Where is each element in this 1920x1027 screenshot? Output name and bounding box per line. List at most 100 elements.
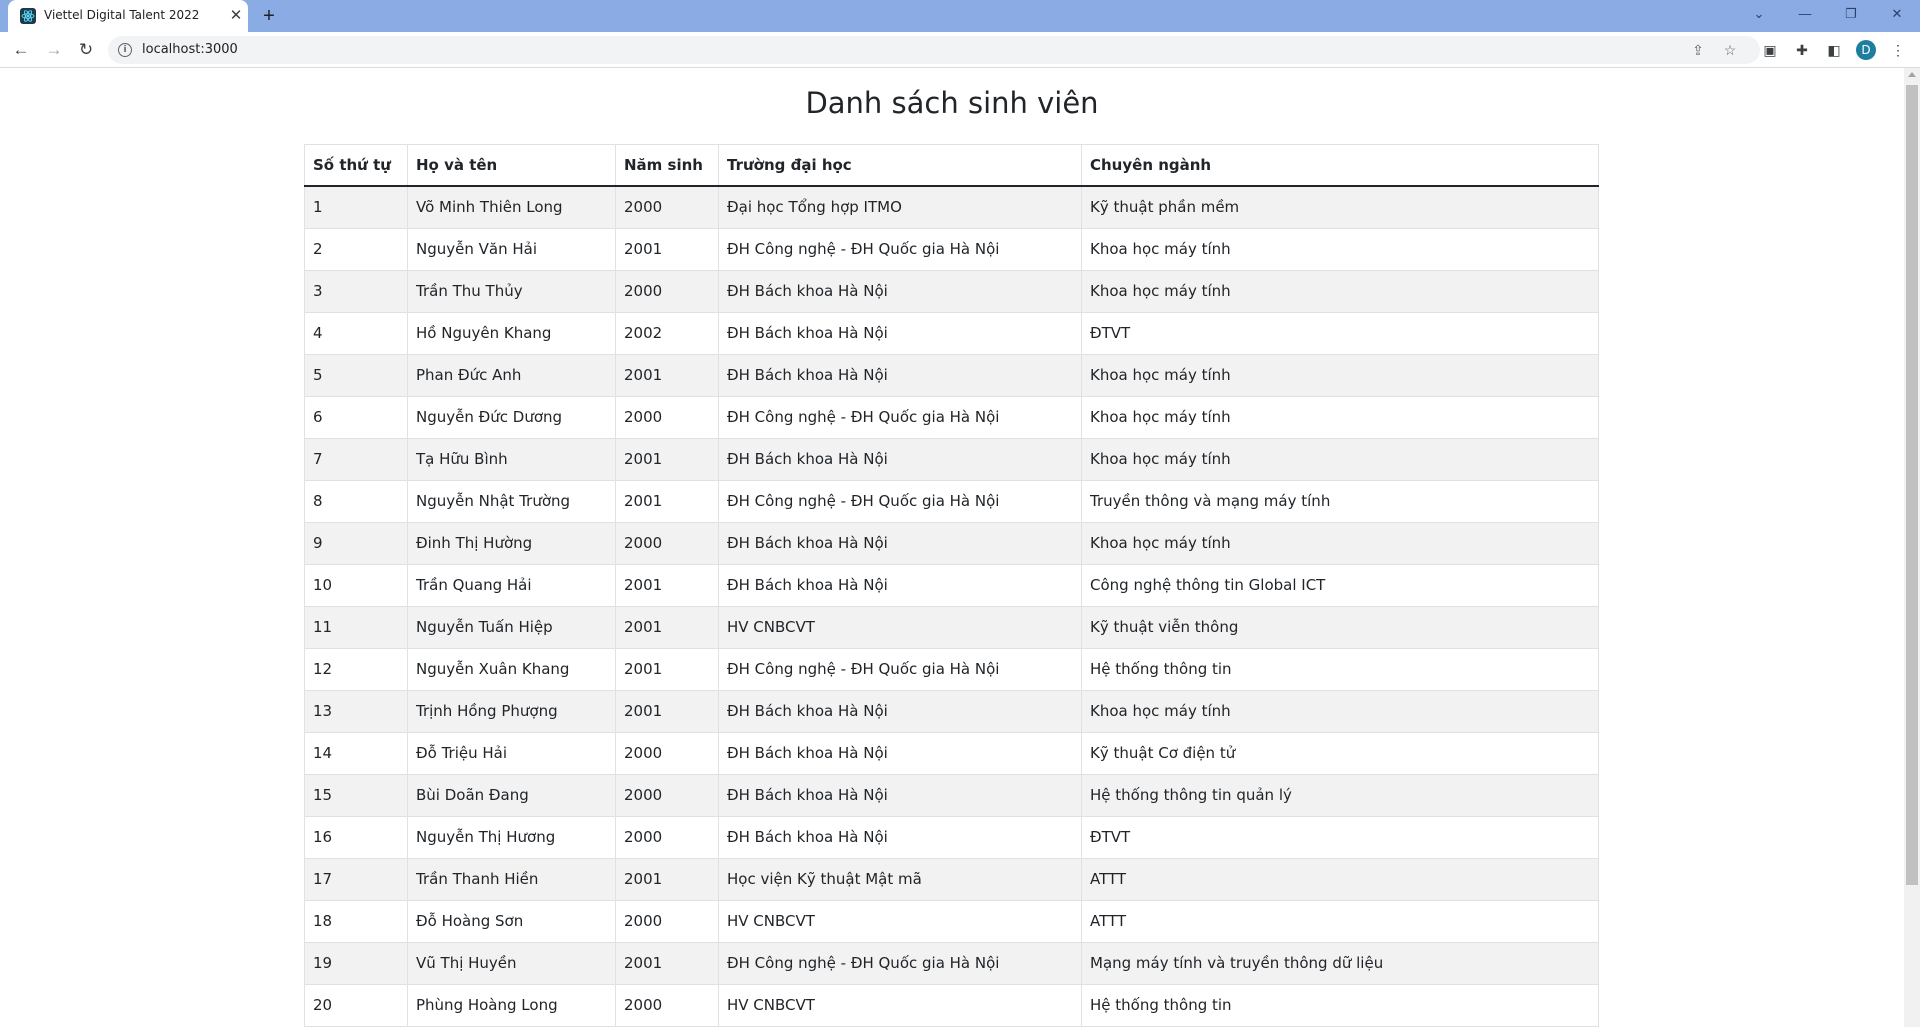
column-header-major: Chuyên ngành bbox=[1081, 144, 1599, 187]
cell-major: Công nghệ thông tin Global ICT bbox=[1081, 563, 1599, 607]
site-info-icon[interactable]: i bbox=[118, 43, 132, 57]
cell-birth-year: 2002 bbox=[615, 311, 719, 355]
menu-kebab-icon[interactable]: ⋮ bbox=[1888, 40, 1908, 60]
cell-birth-year: 2000 bbox=[615, 731, 719, 775]
cell-index: 8 bbox=[304, 479, 408, 523]
cell-major: Kỹ thuật viễn thông bbox=[1081, 605, 1599, 649]
cell-major: Khoa học máy tính bbox=[1081, 395, 1599, 439]
forward-button[interactable]: → bbox=[42, 38, 66, 62]
cell-name: Trần Quang Hải bbox=[407, 563, 616, 607]
cell-major: Mạng máy tính và truyền thông dữ liệu bbox=[1081, 941, 1599, 985]
cell-index: 19 bbox=[304, 941, 408, 985]
cell-university: ĐH Bách khoa Hà Nội bbox=[718, 689, 1082, 733]
tab-search-icon[interactable]: ⌄ bbox=[1736, 0, 1782, 32]
scroll-up-arrow-icon[interactable] bbox=[1908, 72, 1916, 77]
table-row: 12 Nguyễn Xuân Khang 2001 ĐH Công nghệ - ĐH… bbox=[304, 647, 1599, 691]
cell-birth-year: 2001 bbox=[615, 479, 719, 523]
cell-university: HV CNBCVT bbox=[718, 899, 1082, 943]
cell-name: Nguyễn Xuân Khang bbox=[407, 647, 616, 691]
address-bar[interactable]: i localhost:3000 ⇪ ☆ bbox=[108, 36, 1760, 64]
scrollbar-thumb[interactable] bbox=[1906, 85, 1918, 885]
cell-name: Tạ Hữu Bình bbox=[407, 437, 616, 481]
table-row: 19 Vũ Thị Huyền 2001 ĐH Công nghệ - ĐH Quốc… bbox=[304, 941, 1599, 985]
cell-university: ĐH Bách khoa Hà Nội bbox=[718, 437, 1082, 481]
cell-name: Nguyễn Văn Hải bbox=[407, 227, 616, 271]
table-row: 16 Nguyễn Thị Hương 2000 ĐH Bách khoa Hà Nộ… bbox=[304, 815, 1599, 859]
cell-birth-year: 2001 bbox=[615, 353, 719, 397]
new-tab-button[interactable]: + bbox=[258, 5, 280, 27]
bookmark-star-icon[interactable]: ☆ bbox=[1720, 40, 1740, 60]
cell-name: Trần Thanh Hiền bbox=[407, 857, 616, 901]
cell-index: 17 bbox=[304, 857, 408, 901]
cell-birth-year: 2001 bbox=[615, 857, 719, 901]
tab-close-icon[interactable]: ✕ bbox=[228, 8, 244, 24]
cell-index: 9 bbox=[304, 521, 408, 565]
cell-major: Hệ thống thông tin bbox=[1081, 647, 1599, 691]
side-panel-icon[interactable]: ◧ bbox=[1824, 40, 1844, 60]
table-row: 17 Trần Thanh Hiền 2001 Học viện Kỹ thuật M… bbox=[304, 857, 1599, 901]
cell-index: 7 bbox=[304, 437, 408, 481]
cell-major: ATTT bbox=[1081, 857, 1599, 901]
vertical-scrollbar[interactable] bbox=[1904, 68, 1920, 1027]
minimize-button[interactable]: — bbox=[1782, 0, 1828, 32]
cell-birth-year: 2001 bbox=[615, 647, 719, 691]
cell-birth-year: 2000 bbox=[615, 773, 719, 817]
table-row: 20 Phùng Hoàng Long 2000 HV CNBCVT Hệ thống … bbox=[304, 983, 1599, 1027]
cell-major: Khoa học máy tính bbox=[1081, 227, 1599, 271]
cell-index: 10 bbox=[304, 563, 408, 607]
cell-index: 11 bbox=[304, 605, 408, 649]
table-row: 3 Trần Thu Thủy 2000 ĐH Bách khoa Hà Nội Kho… bbox=[304, 269, 1599, 313]
browser-toolbar: ← → ↻ i localhost:3000 ⇪ ☆ ▣ ✚ ◧ D ⋮ bbox=[0, 32, 1920, 68]
cell-index: 15 bbox=[304, 773, 408, 817]
cell-name: Trần Thu Thủy bbox=[407, 269, 616, 313]
table-row: 1 Võ Minh Thiên Long 2000 Đại học Tổng hợp … bbox=[304, 185, 1599, 229]
cell-university: HV CNBCVT bbox=[718, 605, 1082, 649]
table-row: 10 Trần Quang Hải 2001 ĐH Bách khoa Hà Nội C… bbox=[304, 563, 1599, 607]
column-header-birth-year: Năm sinh bbox=[615, 144, 719, 187]
cell-name: Đỗ Hoàng Sơn bbox=[407, 899, 616, 943]
column-header-index: Số thứ tự bbox=[304, 144, 408, 187]
extension-icon[interactable]: ▣ bbox=[1760, 40, 1780, 60]
cell-birth-year: 2000 bbox=[615, 395, 719, 439]
table-row: 13 Trịnh Hồng Phượng 2001 ĐH Bách khoa Hà N… bbox=[304, 689, 1599, 733]
reload-button[interactable]: ↻ bbox=[74, 38, 98, 62]
cell-birth-year: 2000 bbox=[615, 185, 719, 229]
cell-index: 1 bbox=[304, 185, 408, 229]
cell-name: Nguyễn Thị Hương bbox=[407, 815, 616, 859]
page-title: Danh sách sinh viên bbox=[805, 86, 1099, 120]
table-row: 14 Đỗ Triệu Hải 2000 ĐH Bách khoa Hà Nội Kỹ … bbox=[304, 731, 1599, 775]
cell-major: Hệ thống thông tin quản lý bbox=[1081, 773, 1599, 817]
table-row: 4 Hồ Nguyên Khang 2002 ĐH Bách khoa Hà Nội Đ… bbox=[304, 311, 1599, 355]
cell-major: Truyền thông và mạng máy tính bbox=[1081, 479, 1599, 523]
cell-university: ĐH Bách khoa Hà Nội bbox=[718, 353, 1082, 397]
cell-birth-year: 2000 bbox=[615, 815, 719, 859]
cell-birth-year: 2000 bbox=[615, 983, 719, 1027]
cell-name: Bùi Doãn Đang bbox=[407, 773, 616, 817]
page-viewport: Danh sách sinh viên Số thứ tự Họ và tên … bbox=[0, 68, 1904, 1027]
cell-name: Phùng Hoàng Long bbox=[407, 983, 616, 1027]
table-row: 8 Nguyễn Nhật Trường 2001 ĐH Công nghệ - ĐH… bbox=[304, 479, 1599, 523]
share-icon[interactable]: ⇪ bbox=[1688, 40, 1708, 60]
restore-button[interactable]: ❐ bbox=[1828, 0, 1874, 32]
cell-university: ĐH Bách khoa Hà Nội bbox=[718, 815, 1082, 859]
cell-university: ĐH Bách khoa Hà Nội bbox=[718, 773, 1082, 817]
cell-university: ĐH Bách khoa Hà Nội bbox=[718, 731, 1082, 775]
cell-index: 6 bbox=[304, 395, 408, 439]
close-window-button[interactable]: ✕ bbox=[1874, 0, 1920, 32]
cell-major: Khoa học máy tính bbox=[1081, 269, 1599, 313]
back-button[interactable]: ← bbox=[9, 38, 33, 62]
browser-tab[interactable]: Viettel Digital Talent 2022 ✕ bbox=[8, 0, 248, 32]
tab-title: Viettel Digital Talent 2022 bbox=[44, 8, 200, 22]
cell-name: Nguyễn Đức Dương bbox=[407, 395, 616, 439]
cell-index: 13 bbox=[304, 689, 408, 733]
profile-avatar[interactable]: D bbox=[1856, 40, 1876, 60]
extensions-puzzle-icon[interactable]: ✚ bbox=[1792, 40, 1812, 60]
cell-university: ĐH Công nghệ - ĐH Quốc gia Hà Nội bbox=[718, 479, 1082, 523]
cell-university: ĐH Công nghệ - ĐH Quốc gia Hà Nội bbox=[718, 227, 1082, 271]
url-text[interactable]: localhost:3000 bbox=[142, 42, 238, 57]
cell-university: ĐH Công nghệ - ĐH Quốc gia Hà Nội bbox=[718, 395, 1082, 439]
cell-birth-year: 2000 bbox=[615, 899, 719, 943]
cell-index: 16 bbox=[304, 815, 408, 859]
cell-index: 20 bbox=[304, 983, 408, 1027]
cell-university: HV CNBCVT bbox=[718, 983, 1082, 1027]
